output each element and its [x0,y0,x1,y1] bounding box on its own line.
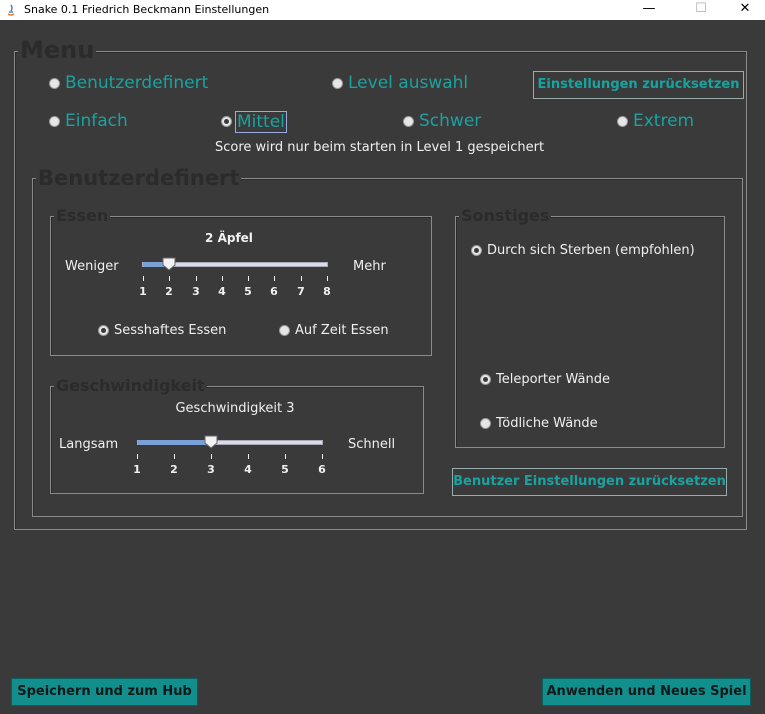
speed-panel-title: Geschwindigkeit [54,376,207,395]
radio-level-auswahl[interactable] [332,78,343,89]
slider-tick [211,454,212,459]
save-and-hub-button[interactable]: Speichern und zum Hub [11,678,198,706]
radio-mittel-label[interactable]: Mittel [235,111,287,133]
maximize-button[interactable]: ☐ [678,0,724,20]
essen-slider-thumb[interactable] [162,257,176,271]
slider-tick [143,276,144,281]
radio-deadly-walls[interactable] [480,418,491,429]
essen-value-label: 2 Äpfel [205,231,253,245]
slider-tick-label: 4 [218,285,226,298]
slider-tick-label: 1 [133,463,141,476]
window-titlebar: Snake 0.1 Friedrich Beckmann Einstellung… [0,0,765,20]
slider-tick-label: 8 [323,285,331,298]
radio-extrem-label[interactable]: Extrem [633,111,694,131]
radio-sesshaftes-essen-label[interactable]: Sesshaftes Essen [114,323,226,338]
radio-sesshaftes-essen[interactable] [98,325,109,336]
slider-tick-label: 2 [165,285,173,298]
slider-tick-label: 2 [170,463,178,476]
radio-teleporter-walls[interactable] [480,374,491,385]
slider-tick [248,276,249,281]
slider-tick-label: 1 [139,285,147,298]
radio-auf-zeit-essen[interactable] [279,325,290,336]
slider-tick-label: 5 [281,463,289,476]
score-note: Score wird nur beim starten in Level 1 g… [215,140,545,155]
minimize-button[interactable]: — [626,0,672,20]
speed-slider-thumb[interactable] [204,435,218,449]
slider-tick-label: 6 [270,285,278,298]
window-title: Snake 0.1 Friedrich Beckmann Einstellung… [24,3,270,16]
radio-schwer-label[interactable]: Schwer [419,111,481,131]
reset-custom-settings-button[interactable]: Benutzer Einstellungen zurücksetzen [452,468,727,496]
essen-min-label: Weniger [65,259,119,274]
slider-tick-label: 3 [207,463,215,476]
speed-max-label: Schnell [348,437,396,452]
slider-tick-label: 6 [318,463,326,476]
radio-benutzerdefiniert-label[interactable]: Benutzerdefinert [65,73,208,93]
radio-extrem[interactable] [617,116,628,127]
radio-auf-zeit-essen-label[interactable]: Auf Zeit Essen [295,323,389,338]
speed-value-label: Geschwindigkeit 3 [175,401,295,416]
speed-slider-fill [138,440,211,445]
slider-tick [169,276,170,281]
speed-min-label: Langsam [59,437,119,452]
slider-tick-label: 5 [244,285,252,298]
custom-panel-title: Benutzerdefinert [36,166,242,190]
menu-panel-title: Menu [18,36,97,64]
close-button[interactable]: ✕ [722,0,765,20]
slider-tick [274,276,275,281]
slider-tick [327,276,328,281]
slider-tick [137,454,138,459]
essen-max-label: Mehr [353,259,386,274]
radio-einfach[interactable] [49,116,60,127]
essen-panel-title: Essen [54,206,111,225]
apply-new-game-button[interactable]: Anwenden und Neues Spiel [542,678,751,706]
radio-einfach-label[interactable]: Einfach [65,111,128,131]
sonstiges-panel-title: Sonstiges [459,206,552,225]
radio-schwer[interactable] [403,116,414,127]
radio-mittel[interactable] [221,116,232,127]
slider-tick [301,276,302,281]
slider-tick [248,454,249,459]
reset-settings-button[interactable]: Einstellungen zurücksetzen [533,71,744,99]
slider-tick-label: 7 [297,285,305,298]
java-app-icon [7,4,15,16]
slider-tick-label: 4 [244,463,252,476]
radio-teleporter-walls-label[interactable]: Teleporter Wände [496,372,610,387]
slider-tick [322,454,323,459]
radio-level-auswahl-label[interactable]: Level auswahl [348,73,468,93]
radio-self-death[interactable] [471,245,482,256]
slider-tick [285,454,286,459]
slider-tick-label: 3 [192,285,200,298]
slider-tick [174,454,175,459]
radio-benutzerdefiniert[interactable] [49,78,60,89]
radio-self-death-label[interactable]: Durch sich Sterben (empfohlen) [487,243,695,258]
slider-tick [222,276,223,281]
radio-deadly-walls-label[interactable]: Tödliche Wände [496,416,598,431]
slider-tick [196,276,197,281]
